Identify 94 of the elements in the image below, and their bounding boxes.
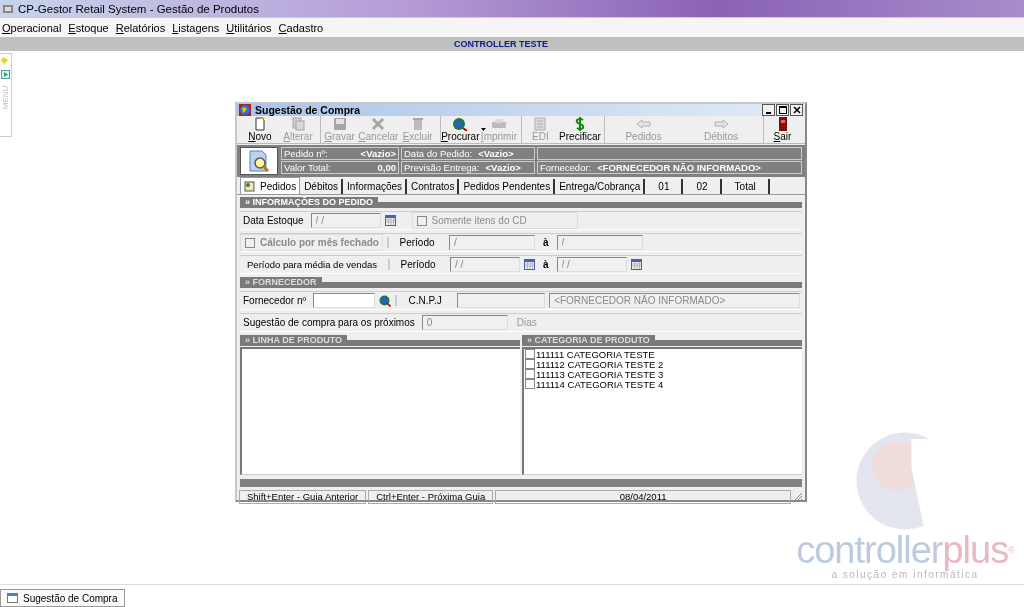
tab[interactable]: 01 — [646, 179, 684, 194]
document-icon — [532, 117, 549, 131]
field-value: <FORNECEDOR NÃO INFORMADO> — [597, 161, 761, 174]
field-label: Período para média de vendas — [246, 259, 378, 270]
window-icon — [7, 593, 18, 603]
menu-item[interactable]: Utilitários — [225, 21, 273, 34]
search-icon[interactable] — [379, 294, 392, 307]
field-label: Período — [388, 259, 446, 270]
documents-icon — [290, 117, 306, 131]
resize-grip-icon[interactable] — [793, 492, 803, 502]
menu-item[interactable]: Estoque — [67, 21, 110, 34]
status-panel: 08/04/2011 — [495, 490, 791, 504]
product-line-list[interactable] — [240, 347, 520, 475]
field-label: à — [542, 259, 550, 270]
field-label: Sugestão de compra para os próximos — [242, 317, 416, 328]
close-button[interactable] — [790, 104, 803, 116]
field-label: Pedido nº: — [284, 147, 328, 160]
toolbar-button[interactable]: Sair — [763, 116, 801, 143]
section-header: » CATEGORIA DE PRODUTO — [522, 335, 655, 346]
maximize-button[interactable] — [776, 104, 789, 116]
cnpj-field[interactable] — [457, 293, 546, 308]
menu-item[interactable]: Listagens — [171, 21, 221, 34]
calendar-icon[interactable] — [630, 259, 642, 270]
field-label: Fornecedor: — [540, 161, 592, 174]
logo-tagline: a solução em informática — [831, 569, 979, 580]
toolbar-button[interactable]: Procurar — [439, 116, 480, 143]
field-value: <Vazio> — [478, 147, 514, 160]
search-document-icon — [240, 147, 278, 175]
section-header: » FORNECEDOR — [240, 277, 322, 288]
checkbox-label: Cálculo por mês fechado — [260, 237, 379, 248]
right-arrow-icon — [713, 117, 729, 131]
printer-icon — [490, 117, 507, 131]
arrow-icon[interactable] — [1, 70, 10, 79]
section-header: » INFORMAÇÕES DO PEDIDO — [240, 197, 378, 208]
item-label: 111111 CATEGORIA TESTE — [536, 348, 655, 360]
company-name: CONTROLLER TESTE — [454, 39, 548, 49]
tab[interactable]: Entrega/Cobrança — [556, 179, 646, 194]
checkbox[interactable] — [525, 359, 535, 369]
status-panel: Ctrl+Enter - Próxima Guia — [368, 490, 494, 504]
field-label: Data do Pedido: — [404, 147, 473, 160]
list-item[interactable]: 111111 CATEGORIA TESTE — [524, 349, 802, 359]
field-label: Previsão Entrega: — [404, 161, 480, 174]
field-label: Período — [387, 237, 445, 248]
new-document-icon — [252, 117, 268, 131]
list-item[interactable]: 111113 CATEGORIA TESTE 3 — [524, 369, 802, 379]
menu-item[interactable]: Cadastro — [277, 21, 325, 34]
list-item[interactable]: 111114 CATEGORIA TESTE 4 — [524, 379, 802, 389]
checkbox[interactable] — [525, 379, 535, 389]
tab-icon — [244, 180, 256, 192]
item-label: 111113 CATEGORIA TESTE 3 — [536, 368, 664, 380]
logo-wordmark: controllerplus® — [796, 531, 1014, 569]
app-icon — [2, 2, 14, 15]
close-icon — [792, 106, 801, 114]
minimize-button[interactable] — [762, 104, 775, 116]
tab[interactable]: Contratos — [408, 179, 460, 194]
tab[interactable]: Pedidos Pendentes — [460, 179, 556, 194]
checkbox-label: Somente itens do CD — [431, 215, 527, 226]
tab[interactable]: Total — [722, 179, 770, 194]
field-value: 0,00 — [377, 161, 396, 174]
calendar-icon[interactable] — [384, 215, 396, 226]
field-label: à — [542, 237, 550, 248]
field-value: <Vazio> — [485, 161, 521, 174]
status-panel: Shift+Enter - Guia Anterior — [239, 490, 367, 504]
caret-icon[interactable] — [480, 128, 486, 131]
section-header: » LINHA DE PRODUTO — [240, 335, 347, 346]
globe-search-icon — [452, 117, 469, 131]
field-value: <Vazio> — [360, 147, 396, 160]
window-title: Sugestão de Compra — [255, 104, 362, 116]
field-label: C.N.P.J — [395, 295, 454, 306]
menu-item[interactable]: Operacional — [1, 21, 63, 34]
tab[interactable]: Débitos — [301, 179, 344, 194]
toolbar-button[interactable]: Precificar — [558, 116, 601, 143]
left-arrow-icon — [635, 117, 652, 131]
toolbar-button[interactable]: Novo — [241, 116, 279, 143]
supplier-number-field[interactable] — [313, 293, 376, 308]
cross-icon — [370, 117, 387, 131]
maximize-icon — [778, 106, 787, 114]
tab[interactable]: 02 — [684, 179, 722, 194]
field-label: Fornecedor nº — [242, 295, 308, 306]
item-label: 111114 CATEGORIA TESTE 4 — [536, 378, 664, 390]
field-label: Data Estoque — [242, 215, 305, 226]
item-label: 111112 CATEGORIA TESTE 2 — [536, 358, 664, 370]
checkbox[interactable] — [525, 349, 535, 359]
field-label: Dias — [515, 317, 538, 328]
calendar-icon[interactable] — [524, 259, 535, 270]
checkbox[interactable] — [525, 369, 535, 379]
field-label: Valor Total: — [284, 161, 331, 174]
taskbar-item[interactable]: Sugestão de Compra — [0, 589, 125, 607]
app-title: CP-Gestor Retail System - Gestão de Produtos — [18, 2, 259, 15]
menu-item[interactable]: Relatórios — [114, 21, 167, 34]
list-item[interactable]: 111112 CATEGORIA TESTE 2 — [524, 359, 802, 369]
tab[interactable]: Informações — [344, 179, 408, 194]
tab[interactable]: Pedidos — [240, 177, 301, 194]
globe-icon — [239, 104, 251, 116]
